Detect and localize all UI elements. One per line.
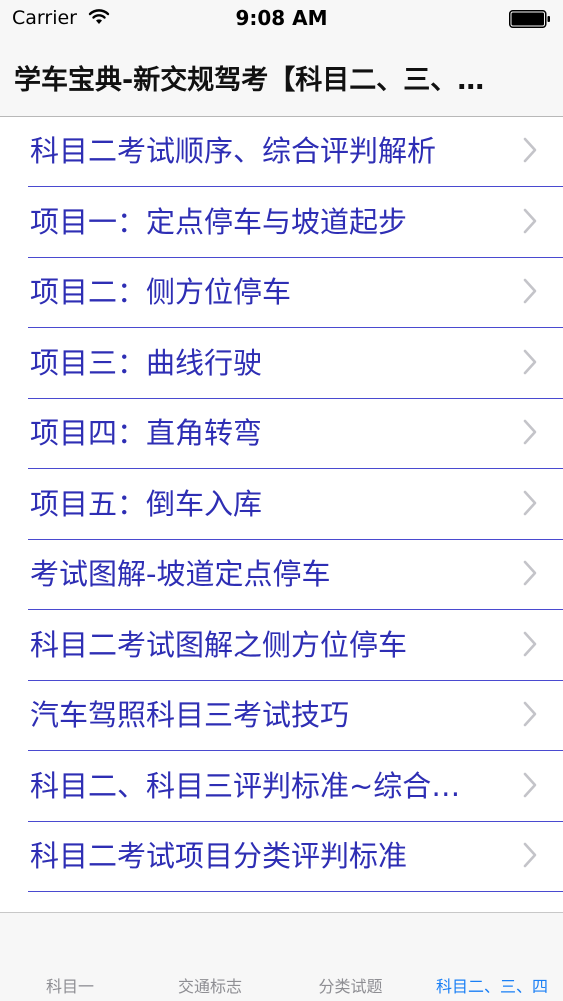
chevron-right-icon: [523, 208, 537, 233]
list-item-label: 科目二考试顺序、综合评判解析: [30, 134, 437, 168]
tab-subjects-two-three-four[interactable]: 科目二、三、四: [421, 913, 563, 1001]
status-bar: Carrier 9:08 AM: [0, 0, 563, 38]
list-item[interactable]: 科目二考试项目分类评判标准: [0, 822, 563, 892]
tab-label: 交通标志: [177, 977, 242, 996]
list-item[interactable]: 汽车驾照科目三考试技巧: [0, 681, 563, 751]
list-item[interactable]: 科目二考试项目分类评判标准: [0, 893, 563, 913]
list-item[interactable]: 项目二：侧方位停车: [0, 258, 563, 328]
list-item-label: 项目一：定点停车与坡道起步: [30, 204, 408, 239]
article-list[interactable]: 科目二考试顺序、综合评判解析 项目一：定点停车与坡道起步 项目二：侧方位停车 项目三：…: [0, 117, 563, 912]
navigation-bar: 学车宝典-新交规驾考【科目二、三、…: [0, 38, 563, 117]
list-item-label: 汽车驾照科目三考试技巧: [30, 698, 350, 732]
chevron-right-icon: [523, 137, 537, 163]
tab-traffic-signs[interactable]: 交通标志: [140, 913, 280, 1001]
list-item[interactable]: 科目二、科目三评判标准~综合…: [0, 752, 563, 822]
chevron-right-icon: [523, 842, 537, 868]
list-item-label: 项目二：侧方位停车: [30, 275, 292, 309]
chevron-right-icon: [523, 490, 537, 515]
list-item[interactable]: 项目四：直角转弯: [0, 399, 563, 469]
list-item-label: 科目二考试项目分类评判标准: [30, 904, 490, 913]
list-item-label: 项目五：倒车入库: [30, 486, 263, 521]
chevron-right-icon: [523, 701, 537, 727]
list-item-label: 项目四：直角转弯: [30, 416, 263, 450]
chevron-right-icon: [523, 278, 537, 304]
list-item-label: 科目二考试图解之侧方位停车: [30, 627, 408, 662]
list-item[interactable]: 科目二考试顺序、综合评判解析: [0, 117, 563, 187]
list-item[interactable]: 项目三：曲线行驶: [0, 329, 563, 399]
list-item-label: 科目二、科目三评判标准~综合…: [30, 768, 461, 803]
battery-icon: [509, 10, 550, 28]
tab-category-questions[interactable]: 分类试题: [280, 913, 421, 1001]
tab-label: 科目二、三、四: [435, 977, 548, 996]
page-title: 学车宝典-新交规驾考【科目二、三、…: [14, 65, 485, 96]
chevron-right-icon: [523, 560, 537, 586]
tab-bar: 科目一 交通标志 分类试题 科目二、三、四: [0, 912, 563, 1001]
list-item[interactable]: 项目一：定点停车与坡道起步: [0, 188, 563, 258]
list-item[interactable]: 考试图解-坡道定点停车: [0, 540, 563, 610]
list-item-label: 项目三：曲线行驶: [30, 345, 263, 380]
chevron-right-icon: [523, 631, 537, 656]
chevron-right-icon: [523, 419, 537, 445]
status-time: 9:08 AM: [235, 6, 328, 30]
list-item-label: 考试图解-坡道定点停车: [30, 557, 331, 591]
chevron-right-icon: [523, 349, 537, 374]
tab-label: 科目一: [45, 977, 94, 996]
list-item-label: 科目二考试项目分类评判标准: [30, 839, 408, 873]
list-item[interactable]: 科目二考试图解之侧方位停车: [0, 611, 563, 681]
tab-subject-one[interactable]: 科目一: [0, 913, 140, 1001]
tab-label: 分类试题: [318, 977, 383, 996]
list-item[interactable]: 项目五：倒车入库: [0, 470, 563, 540]
chevron-right-icon: [523, 772, 537, 797]
